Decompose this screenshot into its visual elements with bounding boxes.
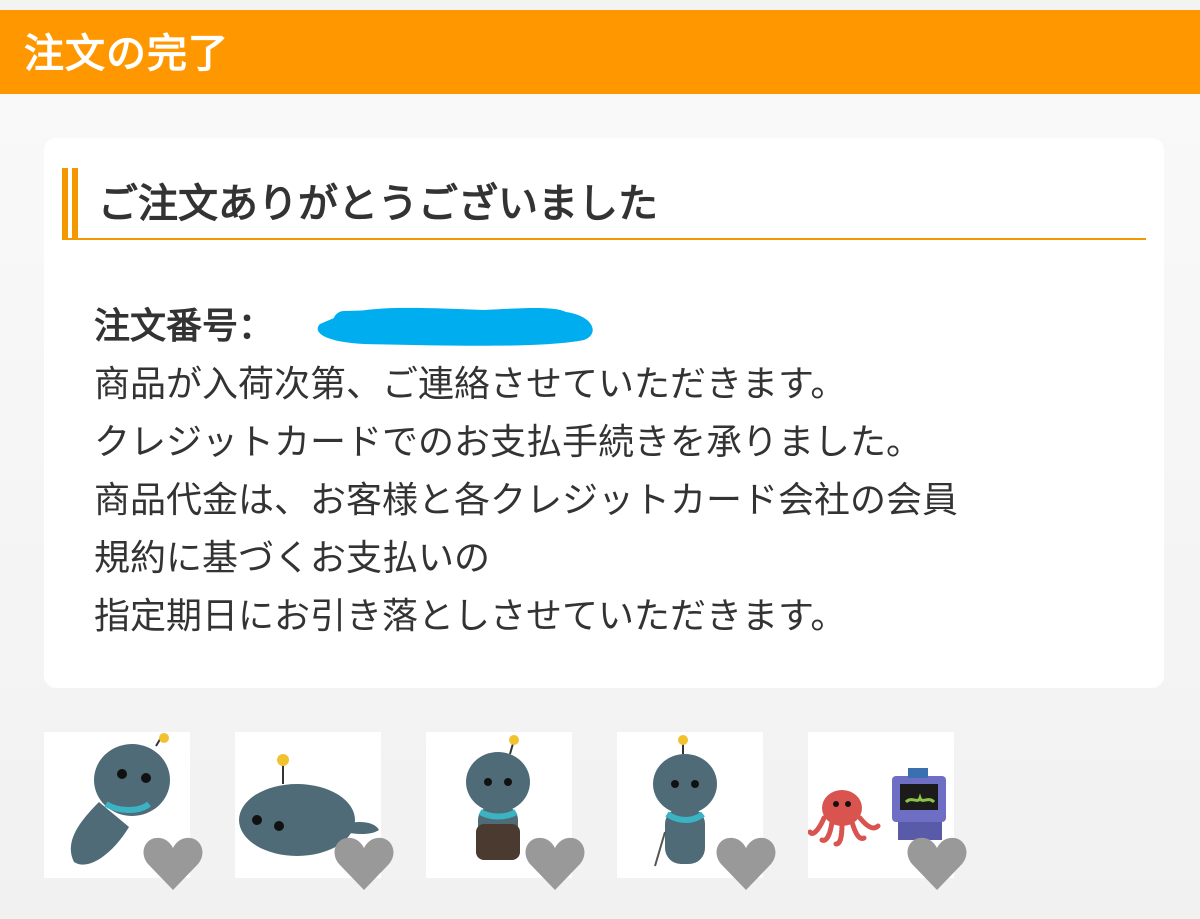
message-line: 規約に基づくお支払いの [94,538,491,579]
header-bar: 注文の完了 [0,10,1200,94]
order-number-row: 注文番号： [94,298,958,356]
page-title: 注文の完了 [24,31,229,77]
order-number-label: 注文番号： [94,306,275,347]
thank-you-heading: ご注文ありがとうございました [98,181,658,227]
heart-icon[interactable] [906,834,968,892]
card-heading: ご注文ありがとうございました [62,168,1146,240]
message-line: クレジットカードでのお支払手続きを承りました。 [94,422,923,463]
heart-icon[interactable] [333,834,395,892]
heading-accent-bar [62,168,68,238]
message-line: 商品が入荷次第、ご連絡させていただきます。 [94,364,847,405]
product-thumbnail[interactable] [617,732,776,890]
product-thumbnail[interactable] [44,732,203,890]
product-thumbnail[interactable] [235,732,394,890]
related-products [44,732,1004,890]
product-thumbnail[interactable] [808,732,967,890]
message-line: 商品代金は、お客様と各クレジットカード会社の会員 [94,480,959,521]
order-details: 注文番号： 商品が入荷次第、ご連絡させていただきます。 クレジットカードでのお支… [94,298,958,646]
heart-icon[interactable] [715,834,777,892]
heart-icon[interactable] [524,834,586,892]
product-thumbnail[interactable] [426,732,585,890]
order-complete-card: ご注文ありがとうございました 注文番号： 商品が入荷次第、ご連絡させていただきま… [44,138,1164,688]
message-line: 指定期日にお引き落としさせていただきます。 [94,596,847,637]
heading-accent-bar [72,168,78,238]
heart-icon[interactable] [142,834,204,892]
top-strip [0,0,1200,10]
redaction-scribble [317,307,593,346]
